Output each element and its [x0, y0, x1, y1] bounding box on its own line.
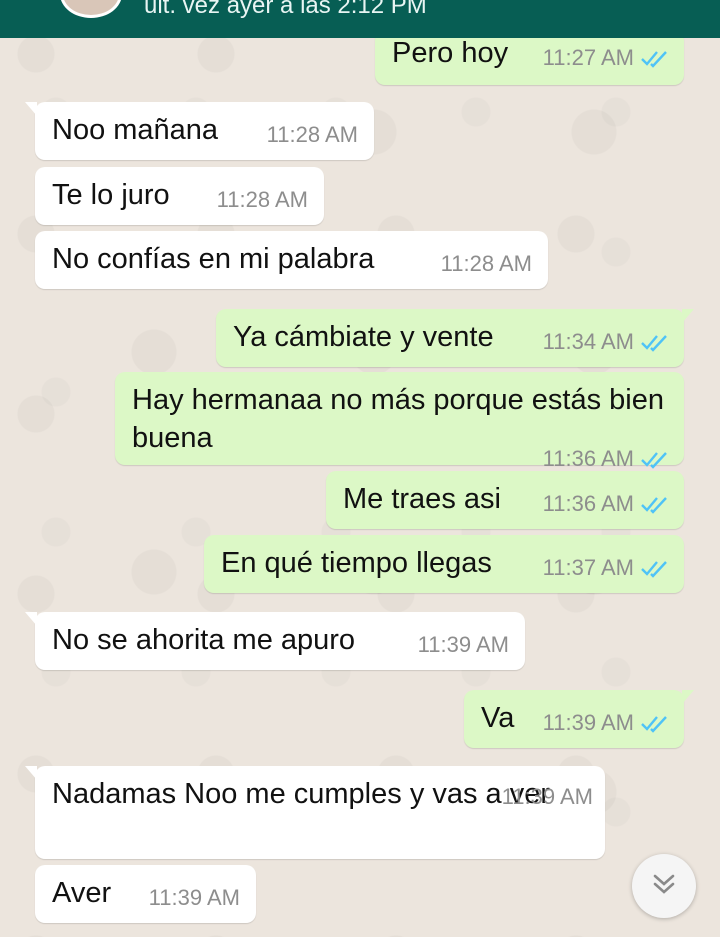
message-bubble-incoming[interactable]: Te lo juro 11:28 AM: [35, 167, 324, 225]
message-text: Aver: [52, 877, 112, 909]
message-meta: 11:37 AM: [543, 554, 668, 585]
bubble-tail: [25, 612, 37, 626]
message-text: No se ahorita me apuro: [52, 624, 356, 656]
message-bubble-incoming[interactable]: Nadamas Noo me cumples y vas a ver 11:39…: [25, 766, 605, 859]
message-text: Noo mañana: [52, 114, 219, 146]
message-bubble-incoming[interactable]: No se ahorita me apuro 11:39 AM: [25, 612, 525, 670]
chat-header[interactable]: ult. vez ayer a las 2:12 PM: [0, 0, 720, 38]
message-time: 11:28 AM: [216, 187, 308, 212]
message-meta: 11:39 AM: [418, 631, 509, 659]
message-time: 11:39 AM: [542, 710, 634, 735]
message-meta: 11:28 AM: [217, 186, 308, 214]
message-text: Te lo juro: [52, 179, 170, 211]
message-bubble-incoming[interactable]: Noo mañana 11:28 AM: [25, 102, 374, 160]
message-bubble-outgoing[interactable]: Hay hermanaa no más porque estás bien bu…: [115, 372, 684, 471]
double-check-icon: [640, 47, 668, 75]
bubble-tail: [25, 766, 37, 780]
avatar[interactable]: [60, 0, 122, 18]
message-bubble-outgoing[interactable]: Pero hoy 11:27 AM: [375, 30, 684, 85]
message-time: 11:39 AM: [417, 632, 509, 657]
bubble-tail: [682, 690, 694, 704]
double-check-icon: [640, 557, 668, 585]
message-text: Ya cámbiate y vente: [233, 321, 494, 353]
message-text: Hay hermanaa no más porque estás bien bu…: [132, 384, 664, 454]
message-text: Nadamas Noo me cumples y vas a ver: [52, 778, 551, 810]
message-text: En qué tiempo llegas: [221, 547, 492, 579]
message-meta: 11:27 AM: [543, 44, 668, 75]
message-time: 11:28 AM: [440, 251, 532, 276]
bubble-tail: [25, 102, 37, 116]
message-time: 11:28 AM: [266, 122, 358, 147]
message-bubble-incoming[interactable]: No confías en mi palabra 11:28 AM: [35, 231, 548, 289]
message-time: 11:27 AM: [542, 45, 634, 70]
chevron-double-down-icon: [650, 870, 678, 903]
message-bubble-outgoing[interactable]: En qué tiempo llegas 11:37 AM: [204, 535, 684, 593]
message-time: 11:37 AM: [542, 555, 634, 580]
message-bubble-outgoing[interactable]: Me traes asi 11:36 AM: [326, 471, 684, 529]
double-check-icon: [640, 493, 668, 521]
message-meta: 11:28 AM: [441, 250, 532, 278]
message-bubble-outgoing[interactable]: Ya cámbiate y vente 11:34 AM: [216, 309, 694, 367]
message-time: 11:36 AM: [542, 491, 634, 516]
double-check-icon: [640, 331, 668, 359]
message-time: 11:39 AM: [148, 885, 240, 910]
message-meta: 11:34 AM: [543, 328, 668, 359]
message-text: Pero hoy: [392, 37, 509, 69]
message-meta: 11:39 AM: [543, 709, 668, 740]
message-bubble-outgoing[interactable]: Va 11:39 AM: [464, 690, 694, 748]
message-text: Va: [481, 702, 515, 734]
double-check-icon: [640, 712, 668, 740]
message-text: Me traes asi: [343, 483, 501, 515]
scroll-to-bottom-button[interactable]: [632, 854, 696, 918]
message-meta: 11:36 AM: [543, 490, 668, 521]
message-text: No confías en mi palabra: [52, 243, 375, 275]
message-bubble-incoming[interactable]: Aver 11:39 AM: [35, 865, 256, 923]
message-meta: 11:39 AM: [149, 884, 240, 912]
message-time: 11:39 AM: [501, 784, 593, 809]
last-seen-status: ult. vez ayer a las 2:12 PM: [144, 0, 427, 19]
message-list[interactable]: Pero hoy 11:27 AM Noo mañana 11:28 AM Te…: [0, 0, 720, 937]
bubble-tail: [682, 309, 694, 323]
message-time: 11:36 AM: [542, 446, 634, 471]
message-time: 11:34 AM: [542, 329, 634, 354]
message-meta: 11:28 AM: [267, 121, 358, 149]
